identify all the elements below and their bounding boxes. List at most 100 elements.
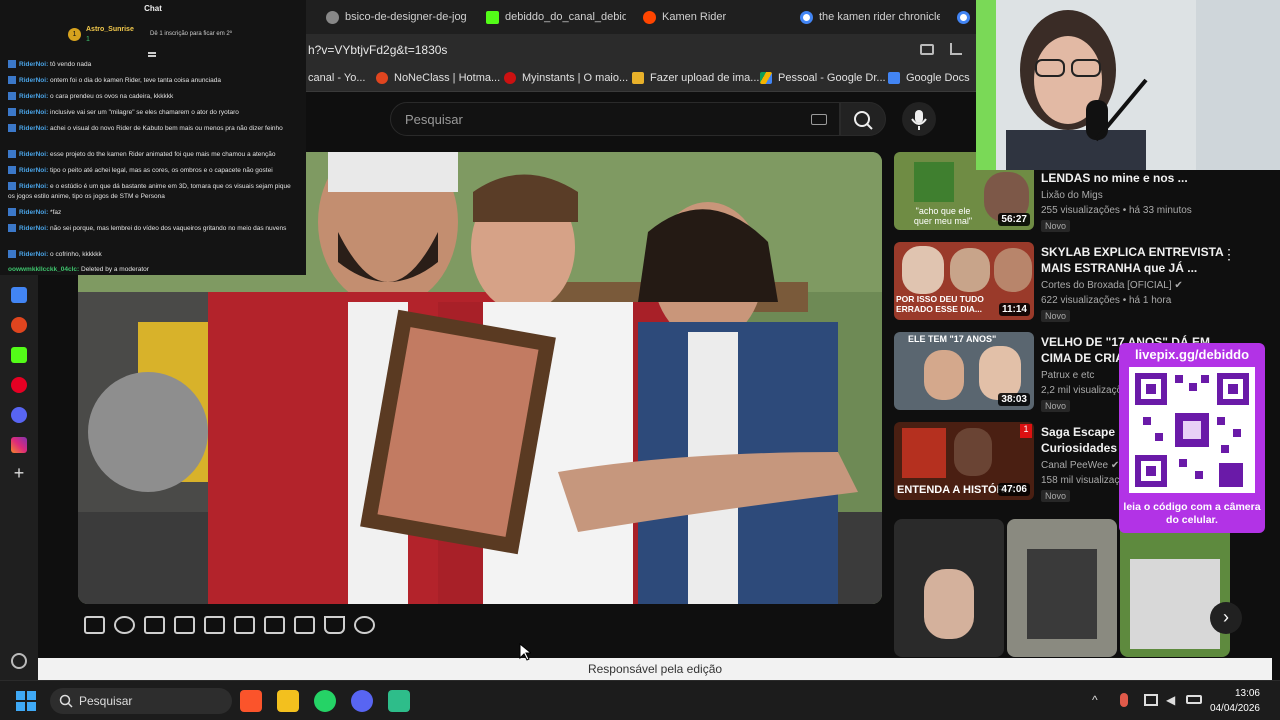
theater-icon[interactable] [234,616,255,634]
pinned-count: 1 [86,36,90,43]
fire-icon[interactable] [11,317,27,333]
search-button[interactable] [840,102,886,136]
pinned-user: Astro_Sunrise [86,26,134,33]
recommendation-item[interactable]: POR ISSO DEU TUDO ERRADO ESSE DIA... 11:… [894,242,1236,324]
browser-sidebar: + [0,275,38,685]
upload-icon [632,72,644,84]
bookmark-label: Pessoal - Google Dr... [778,72,886,84]
kick-icon[interactable] [11,347,27,363]
gear-icon[interactable] [354,616,375,634]
bookmark-label: NoNeClass | Hotma... [394,72,501,84]
url-text[interactable]: h?v=VYbtjvFd2g&t=1830s [308,43,447,57]
channel-name[interactable]: Canal PeeWee ✔ [1041,460,1119,471]
microphone-icon[interactable] [1120,693,1128,707]
channel-name[interactable]: Cortes do Broxada [OFICIAL] ✔ [1041,280,1183,291]
tab-reddit[interactable]: Kamen Rider [643,6,783,28]
app-icon[interactable] [388,690,410,712]
gear-icon[interactable] [11,653,27,669]
badge-icon [8,92,16,101]
search-placeholder: Pesquisar [405,112,463,127]
flask-icon[interactable] [324,616,345,634]
more-options-icon[interactable]: ⋮ [1222,246,1236,263]
pinterest-icon[interactable] [11,377,27,393]
bookmark-youtube[interactable]: canal - Yo... [308,72,366,84]
tab-kick[interactable]: debiddo_do_canal_debidd [486,6,626,28]
brave-browser-icon[interactable] [240,690,262,712]
new-badge: Novo [1041,310,1071,322]
file-explorer-icon[interactable] [277,690,299,712]
voice-search-button[interactable] [902,102,936,136]
windows-start-icon[interactable] [16,691,36,711]
chevron-up-icon[interactable]: ^ [1092,693,1098,707]
bookmark-noneclass[interactable]: NoNeClass | Hotma... [376,72,500,84]
badge-icon [8,250,16,259]
clapper-icon[interactable] [174,616,195,634]
cursor-icon [519,643,531,661]
share-icon[interactable] [950,43,962,55]
channel-name[interactable]: Lixão do Migs [1041,190,1103,201]
network-icon[interactable] [1144,694,1158,706]
video-thumbnail[interactable]: ELE TEM "17 ANOS" 38:03 [894,332,1034,410]
bookmark-drive[interactable]: Pessoal - Google Dr... [760,72,886,84]
badge-icon [8,76,16,85]
chat-message: RiderNoi: não sei porque, mas lembrei do… [8,224,298,234]
bookmark-upload[interactable]: Fazer upload de ima... [632,72,759,84]
battery-icon[interactable] [1186,695,1202,704]
discord-icon[interactable] [351,690,373,712]
video-thumbnail[interactable]: 1 ENTENDA A HISTÓRIA 47:06 [894,422,1034,500]
discord-icon[interactable] [11,407,27,423]
eye-icon[interactable] [144,616,165,634]
webcam-overlay [976,0,1280,170]
instagram-icon[interactable] [11,437,27,453]
video-thumbnail[interactable]: POR ISSO DEU TUDO ERRADO ESSE DIA... 11:… [894,242,1034,320]
tab-google-2[interactable] [957,6,975,28]
channel-name[interactable]: Patrux e etc [1041,370,1094,381]
livepix-url: livepix.gg/debiddo [1134,347,1250,362]
add-frame-icon[interactable] [264,616,285,634]
camera-icon[interactable] [294,616,315,634]
chat-message: RiderNoi: tô vendo nada [8,60,298,70]
tab-google[interactable]: the kamen rider chronicle [800,6,940,28]
tab-github[interactable]: bsico-de-designer-de-jog [326,6,466,28]
volume-icon[interactable]: ◀ [1166,693,1175,707]
search-input[interactable]: Pesquisar [390,102,840,136]
chat-message: RiderNoi: e o estúdio é um que dá bastan… [8,182,291,200]
chat-title: Chat [144,4,162,13]
video-title[interactable]: LENDAS no mine e nos ... [1041,170,1226,186]
taskbar-clock[interactable]: 13:06 04/04/2026 [1210,686,1260,716]
taskbar-search[interactable]: Pesquisar [50,688,232,714]
bookmark-label: Myinstants | O maio... [522,72,629,84]
whatsapp-icon[interactable] [314,690,336,712]
audio-icon[interactable] [114,616,135,634]
short-thumbnail[interactable] [894,519,1004,657]
resize-icon[interactable] [204,616,225,634]
docs-icon[interactable] [11,287,27,303]
thumbnail-caption: "acho que ele quer meu mal" [913,206,973,226]
bookmark-docs[interactable]: Google Docs [888,72,970,84]
cast-icon[interactable] [920,44,934,55]
thumbnail-art [902,246,944,294]
reddit-icon [643,10,656,24]
thumbnail-art [979,346,1021,400]
loop-icon[interactable] [84,616,105,634]
recommendation-item[interactable]: 1 ENTENDA A HISTÓRIA 47:06 Saga Escape R… [894,422,1152,504]
video-duration: 11:14 [998,303,1030,316]
bookmark-myinstants[interactable]: Myinstants | O maio... [504,72,628,84]
chat-message: RiderNoi: tipo o peito até achei legal, … [8,166,298,176]
view-count: 255 visualizações • há 33 minutos [1041,205,1192,216]
recommendation-item[interactable]: ELE TEM "17 ANOS" 38:03 VELHO DE "17 ANO… [894,332,1210,414]
thumbnail-art [924,350,964,400]
next-arrow-icon[interactable]: › [1210,602,1242,634]
video-title[interactable]: SKYLAB EXPLICA ENTREVISTA MAIS ESTRANHA … [1041,244,1226,276]
badge-icon [8,150,16,159]
short-thumbnail[interactable] [1120,519,1230,657]
google-icon [800,10,813,24]
expand-icon[interactable] [148,52,156,57]
kick-icon [486,10,499,24]
short-thumbnail[interactable] [1007,519,1117,657]
chat-message: RiderNoi: achei o visual do novo Rider d… [8,124,298,134]
taskbar: Pesquisar ^ ◀ 13:06 04/04/2026 [0,680,1280,720]
add-icon[interactable]: + [11,464,27,482]
keyboard-icon[interactable] [811,114,827,125]
clock-date: 04/04/2026 [1209,703,1260,714]
